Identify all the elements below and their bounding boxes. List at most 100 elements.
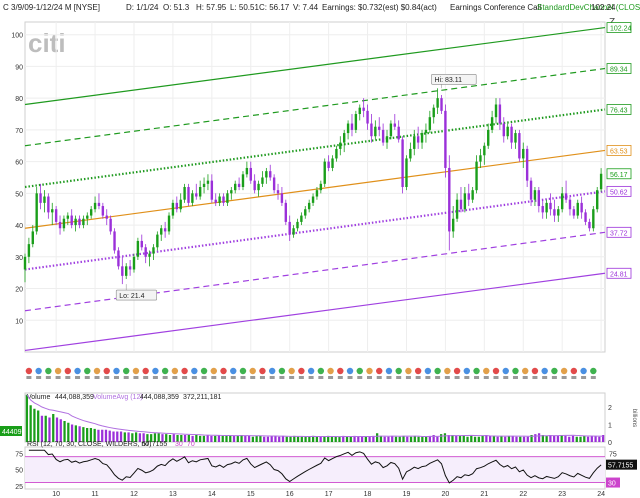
event-marker [104,376,110,379]
event-icon[interactable] [93,367,101,375]
candle-body [58,221,62,229]
event-icon[interactable] [580,367,587,375]
event-icon[interactable] [113,367,120,375]
header-call: Earnings Conference Call [450,3,541,12]
event-marker [75,376,81,379]
event-icon[interactable] [522,367,529,375]
volume-bar [379,435,383,442]
event-marker [493,376,499,379]
event-icon[interactable] [307,367,315,375]
event-icon[interactable] [434,367,441,375]
event-icon[interactable] [502,367,509,375]
event-icon[interactable] [103,367,110,375]
watermark-logo: citi [28,28,66,58]
event-icon[interactable] [142,367,149,375]
event-icon[interactable] [541,367,548,375]
event-icon[interactable] [239,367,247,375]
event-icon[interactable] [590,367,597,375]
event-icon[interactable] [346,367,354,375]
event-icon[interactable] [453,367,461,375]
event-icon[interactable] [473,367,480,375]
event-icon[interactable] [560,367,568,375]
candle-body [494,104,498,118]
volume-bar [285,436,288,442]
volume-bar [195,435,198,442]
event-marker [405,376,411,379]
event-icon[interactable] [405,367,412,375]
candle-body [47,196,50,213]
event-icon[interactable] [74,367,81,375]
event-icon[interactable] [483,367,490,375]
event-icon[interactable] [25,367,33,375]
event-marker [581,376,587,379]
event-icon[interactable] [444,367,451,375]
event-marker [503,376,509,379]
event-icon[interactable] [54,367,62,375]
candle-body [140,240,143,248]
event-icon[interactable] [356,367,363,375]
event-icon[interactable] [298,367,305,375]
event-icon[interactable] [288,367,295,375]
event-icon[interactable] [64,367,72,375]
volume-bar [417,436,420,442]
volume-bar [462,435,465,442]
event-icon[interactable] [259,367,266,375]
event-icon[interactable] [395,367,402,375]
event-marker [133,376,139,379]
event-icon[interactable] [161,367,169,375]
event-icon[interactable] [191,367,198,375]
event-icon[interactable] [268,367,276,375]
event-marker [415,376,421,379]
event-icon[interactable] [414,367,422,375]
event-icon[interactable] [181,367,188,375]
event-icon[interactable] [200,367,208,375]
candle-body [490,117,494,130]
volume-bar [48,417,51,442]
event-icon[interactable] [570,367,578,375]
event-icon[interactable] [132,367,140,375]
event-marker [201,376,207,379]
event-icon[interactable] [512,367,519,375]
candle-body [70,215,73,226]
candle-body [163,228,167,232]
volume-bar [387,436,390,442]
event-icon[interactable] [366,367,373,375]
event-icon[interactable] [230,367,237,375]
volume-bar [214,435,217,442]
volume-bar [477,436,480,442]
event-icon[interactable] [337,367,344,375]
volume-bar [206,435,209,442]
candle-body [62,218,66,229]
event-icon[interactable] [84,367,91,375]
event-icon[interactable] [249,367,256,375]
candle-body [284,202,288,222]
x-tick-label: 20 [442,491,450,498]
event-icon[interactable] [152,367,159,375]
event-icon[interactable] [35,367,42,375]
event-icon[interactable] [385,367,393,375]
event-marker [211,376,217,379]
event-icon[interactable] [424,367,432,375]
volume-bar [409,436,413,442]
volume-bar [70,424,74,442]
event-icon[interactable] [551,367,558,375]
event-icon[interactable] [327,367,334,375]
event-icon[interactable] [210,367,217,375]
event-icon[interactable] [123,367,130,375]
event-icon[interactable] [376,367,383,375]
candle-body [39,193,42,203]
event-marker [152,376,158,379]
event-icon[interactable] [220,367,227,375]
event-icon[interactable] [317,367,325,375]
price-tick-label: 20 [15,287,23,294]
event-icon[interactable] [492,367,500,375]
x-tick-label: 17 [325,491,333,498]
volume-bar [296,436,300,442]
event-icon[interactable] [171,367,179,375]
volume-bar [37,410,40,442]
event-icon[interactable] [463,367,471,375]
event-icon[interactable] [278,367,286,375]
candle-body [156,234,159,248]
event-icon[interactable] [531,367,539,375]
event-icon[interactable] [45,367,52,375]
